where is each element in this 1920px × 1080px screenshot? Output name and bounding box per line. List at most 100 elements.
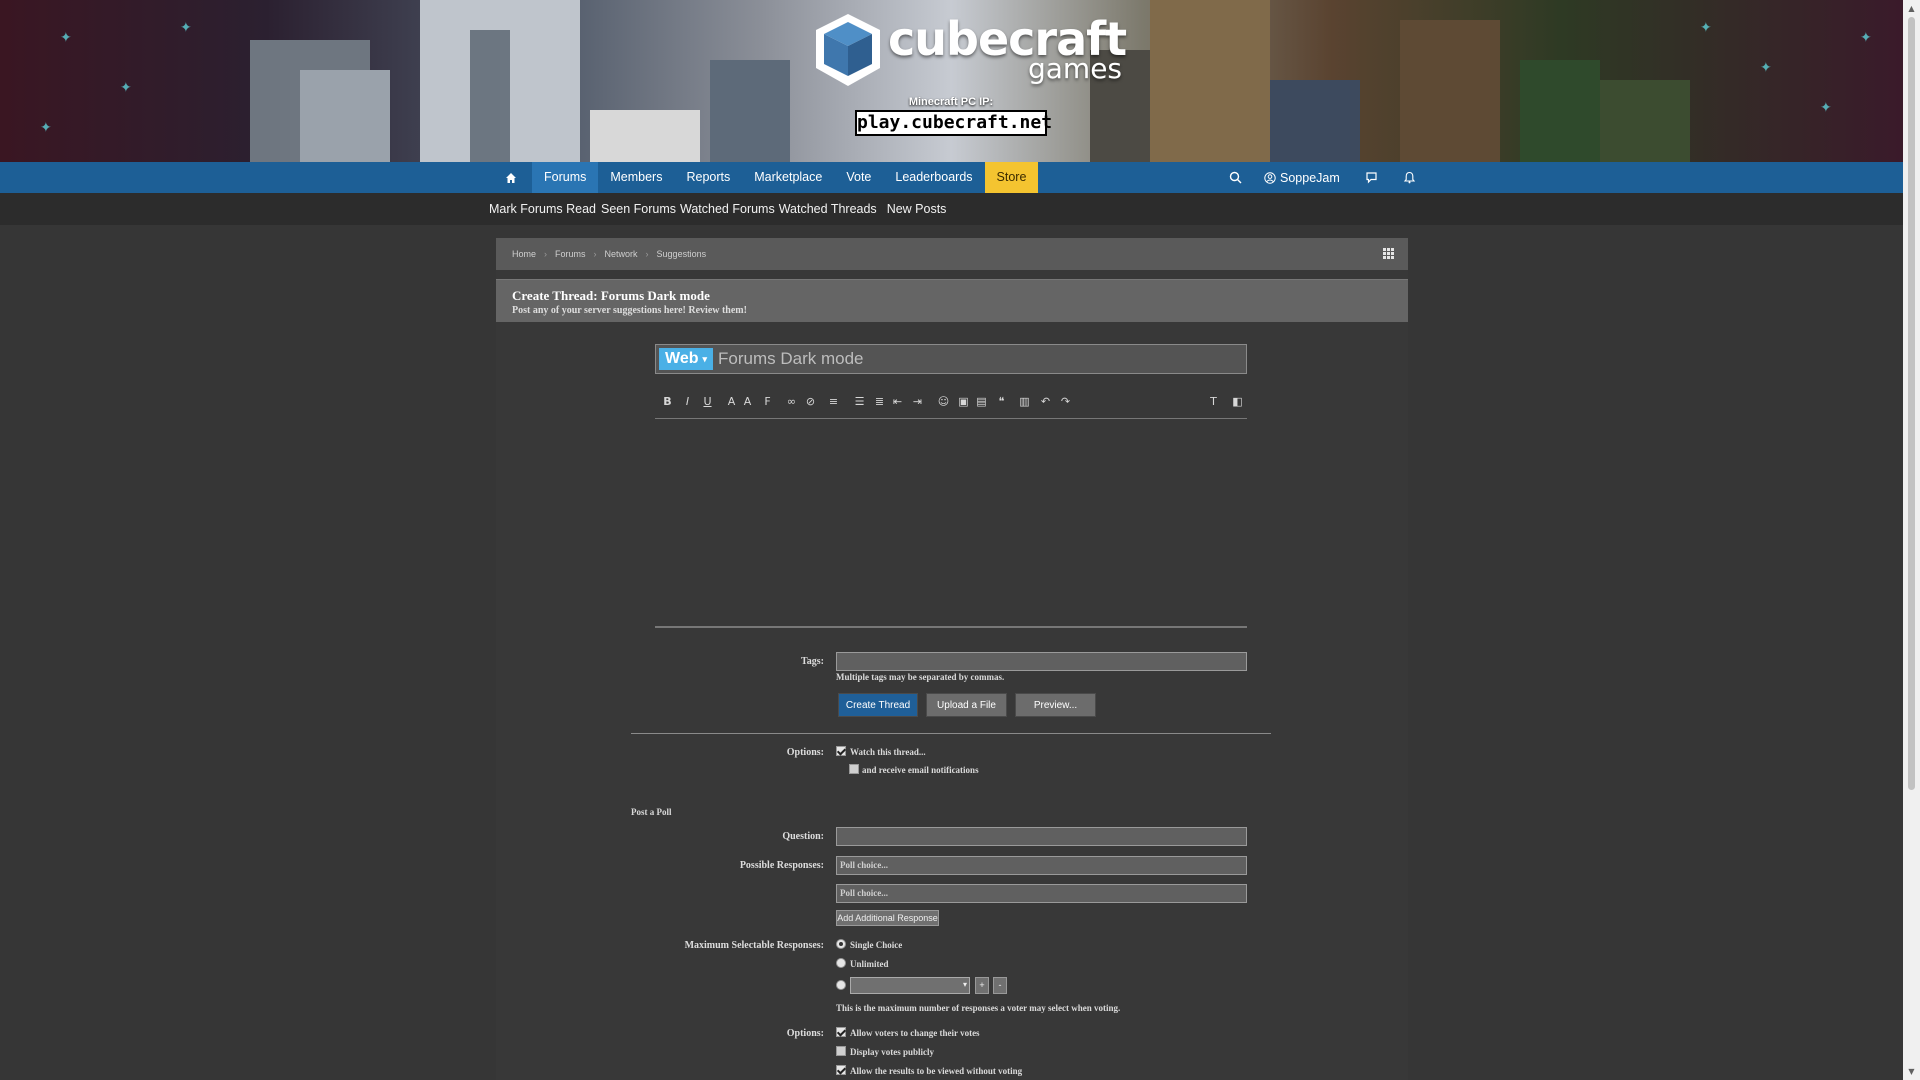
responses-label: Possible Responses: <box>739 860 824 871</box>
allow-change-votes-checkbox[interactable] <box>836 1027 846 1037</box>
stepper-minus-button[interactable]: - <box>993 977 1007 994</box>
stepper-plus-button[interactable]: + <box>975 977 989 994</box>
breadcrumb-separator: › <box>593 249 597 259</box>
align-icon[interactable]: ≡ <box>827 395 840 408</box>
view-results-label: Allow the results to be viewed without v… <box>850 1066 1023 1076</box>
poll-response-input[interactable]: Poll choice... <box>836 856 1247 875</box>
page-scrollbar[interactable]: ▲ ▼ <box>1903 0 1920 1080</box>
nav-members[interactable]: Members <box>598 162 674 193</box>
link-icon[interactable]: ∞ <box>785 395 798 408</box>
undo-icon[interactable]: ↶ <box>1039 395 1052 408</box>
sparkle-icon: ✦ <box>40 120 52 136</box>
nav-leaderboards[interactable]: Leaderboards <box>883 162 984 193</box>
mark-forums-read-link[interactable]: Mark Forums Read <box>489 202 596 216</box>
view-results-checkbox[interactable] <box>836 1065 846 1075</box>
poll-heading: Post a Poll <box>631 807 672 817</box>
watched-forums-link[interactable]: Watched Forums <box>680 202 775 216</box>
create-thread-button[interactable]: Create Thread <box>838 693 918 717</box>
sparkle-icon: ✦ <box>120 80 132 96</box>
indent-icon[interactable]: ⇥ <box>911 395 924 408</box>
sparkle-icon: ✦ <box>1700 20 1712 36</box>
sparkle-icon: ✦ <box>1820 100 1832 116</box>
question-label: Question: <box>782 831 824 842</box>
chat-icon <box>1366 172 1377 184</box>
public-votes-checkbox[interactable] <box>836 1046 846 1056</box>
chevron-down-icon: ▾ <box>962 980 967 989</box>
scroll-up-icon[interactable]: ▲ <box>1903 0 1920 17</box>
banner-building <box>1150 0 1270 162</box>
sparkle-icon: ✦ <box>1760 60 1772 76</box>
user-icon <box>1264 171 1276 184</box>
username: SoppeJam <box>1280 170 1340 185</box>
nav-store[interactable]: Store <box>984 162 1039 193</box>
sparkle-icon: ✦ <box>60 30 72 46</box>
nav-marketplace[interactable]: Marketplace <box>742 162 834 193</box>
single-choice-radio[interactable] <box>836 939 846 949</box>
tags-input[interactable] <box>836 652 1247 671</box>
upload-file-button[interactable]: Upload a File <box>926 693 1007 717</box>
watch-thread-checkbox[interactable] <box>836 746 846 756</box>
media-icon[interactable]: ▤ <box>975 395 988 408</box>
email-notifications-checkbox[interactable] <box>849 764 859 774</box>
message-editor[interactable] <box>655 419 1247 586</box>
unlimited-label: Unlimited <box>850 959 889 969</box>
banner-building <box>590 110 700 162</box>
page-title: Create Thread: Forums Dark mode <box>512 288 710 303</box>
poll-question-input[interactable] <box>836 827 1247 846</box>
numbered-list-icon[interactable]: ≣ <box>873 395 886 408</box>
breadcrumb-forums[interactable]: Forums <box>555 238 586 270</box>
page-subtitle: Post any of your server suggestions here… <box>512 305 747 316</box>
remove-format-icon[interactable]: T <box>1207 395 1220 408</box>
redo-icon[interactable]: ↷ <box>1059 395 1072 408</box>
outdent-icon[interactable]: ⇤ <box>891 395 904 408</box>
bold-icon[interactable]: B <box>661 395 674 408</box>
unlink-icon[interactable]: ⊘ <box>804 395 817 408</box>
editor-resize-handle[interactable] <box>655 626 1247 628</box>
nav-reports[interactable]: Reports <box>674 162 742 193</box>
thread-title-value: Forums Dark mode <box>718 349 864 368</box>
thread-title-input[interactable]: Web ▾ Forums Dark mode <box>655 344 1247 374</box>
italic-icon[interactable]: I <box>681 395 694 408</box>
alerts-button[interactable] <box>1392 162 1427 193</box>
image-icon[interactable]: ▣ <box>957 395 970 408</box>
text-color-icon[interactable]: A <box>725 395 738 408</box>
new-posts-link[interactable]: New Posts <box>887 202 947 216</box>
breadcrumb-bar: Home › Forums › Network › Suggestions <box>496 238 1408 270</box>
smilie-icon[interactable]: ☺ <box>937 395 950 408</box>
nav-vote[interactable]: Vote <box>834 162 883 193</box>
watched-threads-link[interactable]: Watched Threads <box>779 202 877 216</box>
poll-response-input[interactable]: Poll choice... <box>836 884 1247 903</box>
breadcrumb-separator: › <box>544 249 548 259</box>
sub-nav: Mark Forums Read Seen Forums Watched For… <box>0 193 1903 225</box>
seen-forums-link[interactable]: Seen Forums <box>601 202 676 216</box>
banner-building <box>1400 20 1500 162</box>
grid-icon[interactable] <box>1383 248 1394 259</box>
nav-forums[interactable]: Forums <box>532 162 599 193</box>
prefix-selector[interactable]: Web ▾ <box>659 348 714 370</box>
conversations-button[interactable] <box>1351 162 1392 193</box>
server-ip[interactable]: play.cubecraft.net <box>855 110 1052 136</box>
insert-icon[interactable]: ▥ <box>1018 395 1031 408</box>
search-button[interactable] <box>1218 162 1253 193</box>
breadcrumb-network[interactable]: Network <box>605 238 638 270</box>
quote-icon[interactable]: ❝ <box>995 395 1008 408</box>
max-responses-select[interactable]: ▾ <box>850 977 970 994</box>
user-menu[interactable]: SoppeJam <box>1253 162 1351 193</box>
add-response-button[interactable]: Add Additional Response <box>836 910 939 926</box>
breadcrumb-suggestions[interactable]: Suggestions <box>657 238 707 270</box>
custom-max-radio[interactable] <box>836 980 846 990</box>
section-divider <box>631 733 1271 734</box>
scrollbar-thumb[interactable] <box>1908 17 1915 790</box>
underline-icon[interactable]: U <box>701 395 714 408</box>
scroll-down-icon[interactable]: ▼ <box>1903 1063 1920 1080</box>
nav-home[interactable] <box>490 162 532 193</box>
bullet-list-icon[interactable]: ☰ <box>853 395 866 408</box>
font-icon[interactable]: F <box>761 395 774 408</box>
source-mode-icon[interactable]: ◧ <box>1231 395 1244 408</box>
poll-response-placeholder: Poll choice... <box>840 888 888 898</box>
preview-button[interactable]: Preview... <box>1015 693 1096 717</box>
banner-building <box>1270 80 1360 162</box>
breadcrumb-home[interactable]: Home <box>512 238 536 270</box>
font-size-icon[interactable]: A <box>741 395 754 408</box>
unlimited-radio[interactable] <box>836 958 846 968</box>
